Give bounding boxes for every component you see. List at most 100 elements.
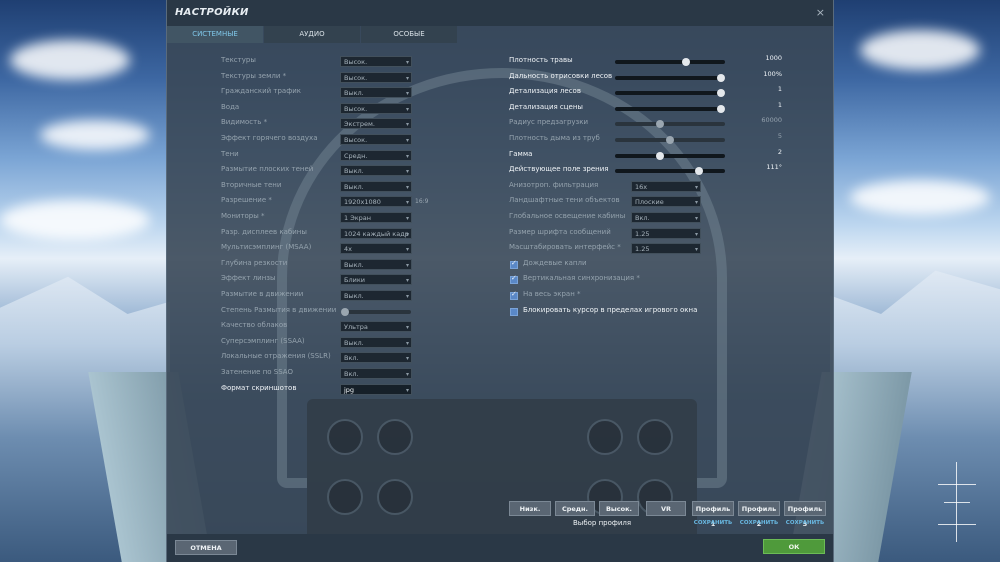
setting-select[interactable]: 1920x1080	[340, 196, 412, 208]
setting-label: Суперсэмплинг (SSAA)	[221, 336, 305, 345]
ok-button[interactable]: ОК	[763, 539, 825, 554]
setting-select[interactable]: 1024 каждый кадр	[340, 227, 412, 239]
preset-button[interactable]: Низк.	[509, 501, 551, 516]
setting-label: Качество облаков	[221, 321, 288, 330]
setting-select[interactable]: 16x	[631, 180, 701, 192]
setting-label: Гражданский трафик	[221, 87, 301, 96]
slider-value: 1	[777, 85, 782, 94]
setting-slider[interactable]	[615, 167, 725, 176]
slider-knob[interactable]	[655, 151, 664, 160]
tab-0[interactable]: СИСТЕМНЫЕ	[167, 26, 263, 43]
cloud	[0, 200, 150, 240]
motion-blur-slider[interactable]	[341, 307, 411, 316]
setting-select[interactable]: Высок.	[340, 56, 412, 67]
aspect-ratio-label: 16:9	[415, 198, 429, 206]
setting-select[interactable]: Плоские	[631, 196, 701, 208]
setting-label: Вторичные тени	[221, 180, 282, 189]
tab-2[interactable]: ОСОБЫЕ	[361, 26, 457, 43]
setting-select[interactable]: Вкл.	[340, 352, 412, 364]
setting-slider[interactable]	[615, 89, 725, 98]
slider-value: 5	[777, 132, 782, 140]
gauge	[327, 479, 363, 515]
slider-label: Дальность отрисовки лесов	[509, 71, 613, 80]
setting-select[interactable]: Высок.	[340, 134, 412, 145]
setting-select[interactable]: Вкл.	[631, 212, 701, 223]
profile-caption: Выбор профиля	[573, 519, 632, 527]
setting-select[interactable]: Выкл.	[340, 165, 412, 177]
setting-label: Размытие плоских теней	[221, 165, 314, 174]
setting-select[interactable]: Выкл.	[340, 258, 412, 270]
slider-label: Плотность дыма из труб	[509, 134, 600, 142]
slider-knob[interactable]	[666, 136, 674, 144]
save-profile-link[interactable]: СОХРАНИТЬ	[738, 520, 780, 526]
setting-select[interactable]: Выкл.	[340, 180, 412, 192]
footer: ОТМЕНА ОК	[167, 534, 833, 562]
setting-label: Разрешение *	[221, 196, 272, 205]
save-profile-link[interactable]: СОХРАНИТЬ	[692, 520, 734, 526]
setting-select[interactable]: Ультра	[340, 321, 412, 333]
profile-button[interactable]: Профиль 2	[738, 501, 780, 528]
select-label: Масштабировать интерфейс *	[509, 243, 621, 252]
setting-slider[interactable]	[615, 104, 725, 113]
setting-select[interactable]: 1.25	[631, 227, 701, 239]
setting-select[interactable]: Средн.	[340, 149, 412, 161]
gauge	[327, 419, 363, 455]
setting-label: Мультисэмплинг (MSAA)	[221, 243, 312, 252]
checkbox[interactable]	[510, 259, 518, 269]
select-label: Ландшафтные тени объектов	[509, 196, 620, 205]
tab-1[interactable]: АУДИО	[264, 26, 360, 43]
setting-select[interactable]: jpg	[340, 383, 412, 395]
setting-select[interactable]: Блики	[340, 274, 412, 286]
setting-select[interactable]: Вкл.	[340, 368, 412, 379]
slider-value: 1	[777, 100, 782, 109]
slider-value: 111°	[766, 163, 782, 172]
setting-slider[interactable]	[615, 151, 725, 160]
preset-button[interactable]: Высок.	[599, 501, 639, 516]
setting-label: Разр. дисплеев кабины	[221, 227, 307, 236]
setting-label: Вода	[221, 102, 240, 111]
setting-label: Текстуры земли *	[221, 71, 287, 80]
profile-button[interactable]: Профиль 3	[784, 501, 826, 528]
setting-select[interactable]: 4x	[340, 243, 412, 255]
slider-label: Действующее поле зрения	[509, 165, 609, 174]
slider-knob[interactable]	[717, 73, 725, 82]
checkbox-label[interactable]: Дождевые капли	[523, 259, 587, 267]
setting-select[interactable]: 1.25	[631, 243, 701, 255]
setting-select[interactable]: Выкл.	[340, 87, 412, 99]
setting-select[interactable]: 1 Экран	[340, 212, 412, 223]
setting-select[interactable]: Высок.	[340, 71, 412, 83]
setting-label: Глубина резкости	[221, 258, 288, 267]
select-label: Размер шрифта сообщений	[509, 227, 611, 236]
setting-select[interactable]: Выкл.	[340, 290, 412, 301]
setting-select[interactable]: Высок.	[340, 102, 412, 114]
setting-slider[interactable]	[615, 136, 725, 144]
checkbox-label[interactable]: Блокировать курсор в пределах игрового о…	[523, 306, 697, 314]
slider-value: 60000	[761, 116, 782, 125]
slider-knob[interactable]	[694, 167, 703, 176]
setting-slider[interactable]	[615, 73, 725, 82]
slider-knob[interactable]	[341, 307, 349, 316]
checkbox[interactable]	[510, 274, 518, 285]
preset-button[interactable]: Средн.	[555, 501, 595, 516]
setting-select[interactable]: Экстрем.	[340, 118, 412, 130]
setting-slider[interactable]	[615, 58, 725, 66]
slider-knob[interactable]	[717, 104, 725, 113]
checkbox[interactable]	[510, 307, 518, 316]
profile-button[interactable]: Профиль 1	[692, 501, 734, 528]
cancel-button[interactable]: ОТМЕНА	[175, 540, 237, 555]
setting-slider[interactable]	[615, 120, 725, 129]
preset-button[interactable]: VR	[646, 501, 686, 516]
setting-label: Размытие в движении	[221, 290, 304, 298]
tab-bar: СИСТЕМНЫЕ АУДИО ОСОБЫЕ	[167, 26, 458, 43]
cloud	[40, 120, 150, 150]
gauge	[587, 419, 623, 455]
checkbox-label[interactable]: На весь экран *	[523, 290, 581, 298]
gauge	[377, 479, 413, 515]
checkbox-label[interactable]: Вертикальная синхронизация *	[523, 274, 640, 282]
setting-label: Видимость *	[221, 118, 268, 127]
setting-select[interactable]: Выкл.	[340, 336, 412, 348]
save-profile-link[interactable]: СОХРАНИТЬ	[784, 520, 826, 526]
checkbox[interactable]	[510, 290, 518, 300]
close-icon[interactable]: ×	[816, 6, 825, 19]
cloud	[10, 40, 130, 80]
